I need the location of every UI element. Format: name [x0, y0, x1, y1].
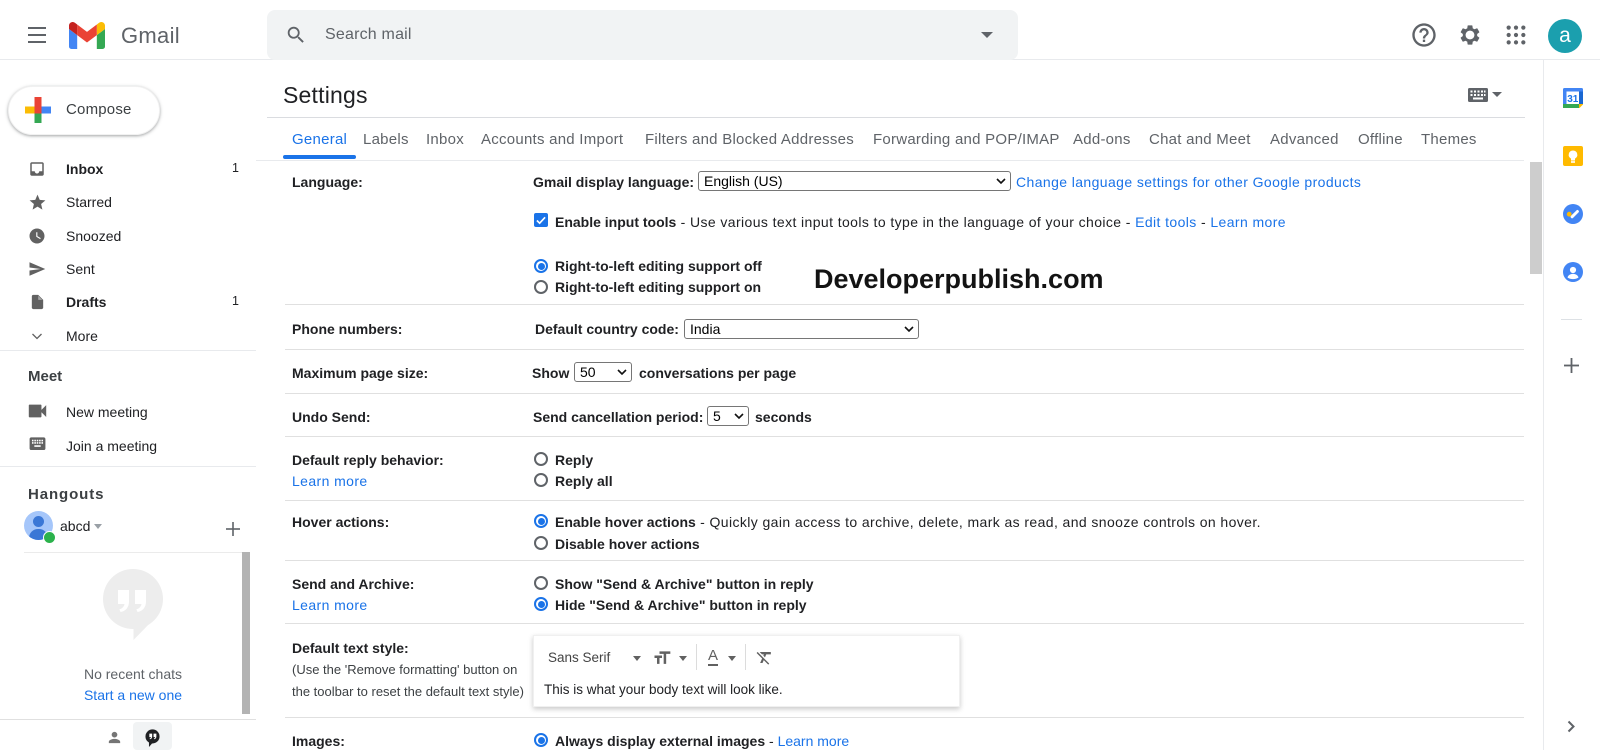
- svg-text:31: 31: [1567, 94, 1579, 105]
